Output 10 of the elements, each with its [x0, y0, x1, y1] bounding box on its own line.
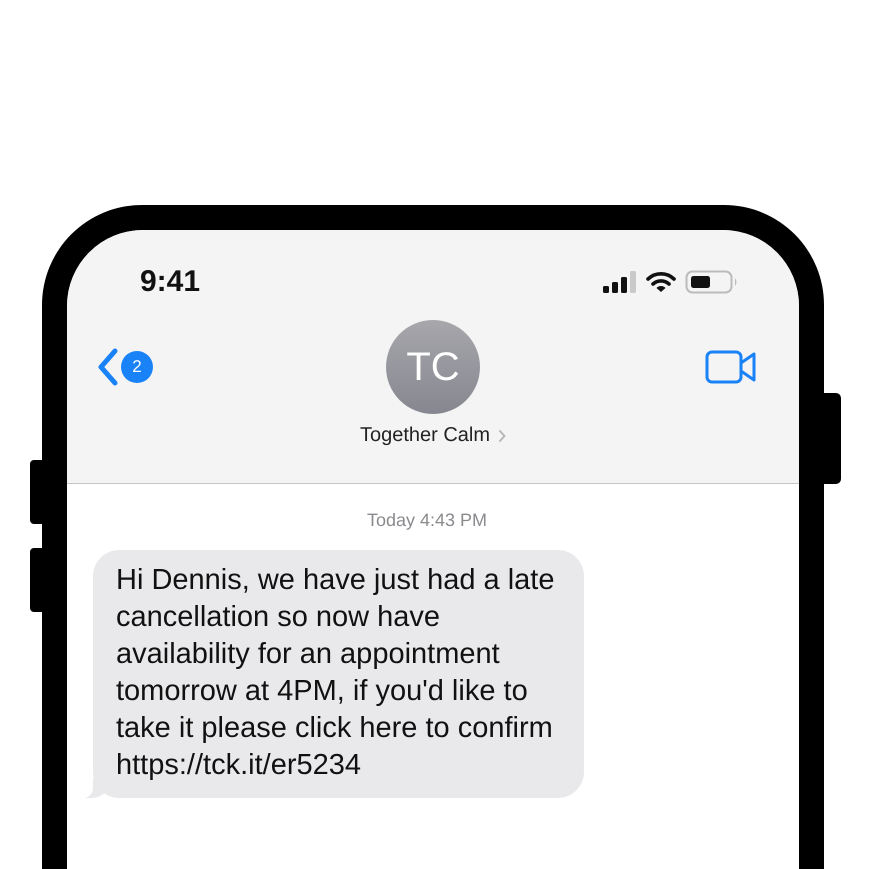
back-icon[interactable]	[97, 348, 119, 386]
battery-icon	[685, 270, 739, 294]
chevron-icon	[498, 428, 506, 442]
status-time: 9:41	[140, 265, 200, 299]
contact-name[interactable]: Together Calm	[360, 424, 506, 447]
signal-icon	[603, 271, 637, 293]
unread-badge: 2	[121, 351, 153, 383]
video-call-icon[interactable]	[705, 350, 757, 384]
wifi-icon	[646, 271, 676, 293]
message-timestamp: Today 4:43 PM	[366, 510, 488, 531]
